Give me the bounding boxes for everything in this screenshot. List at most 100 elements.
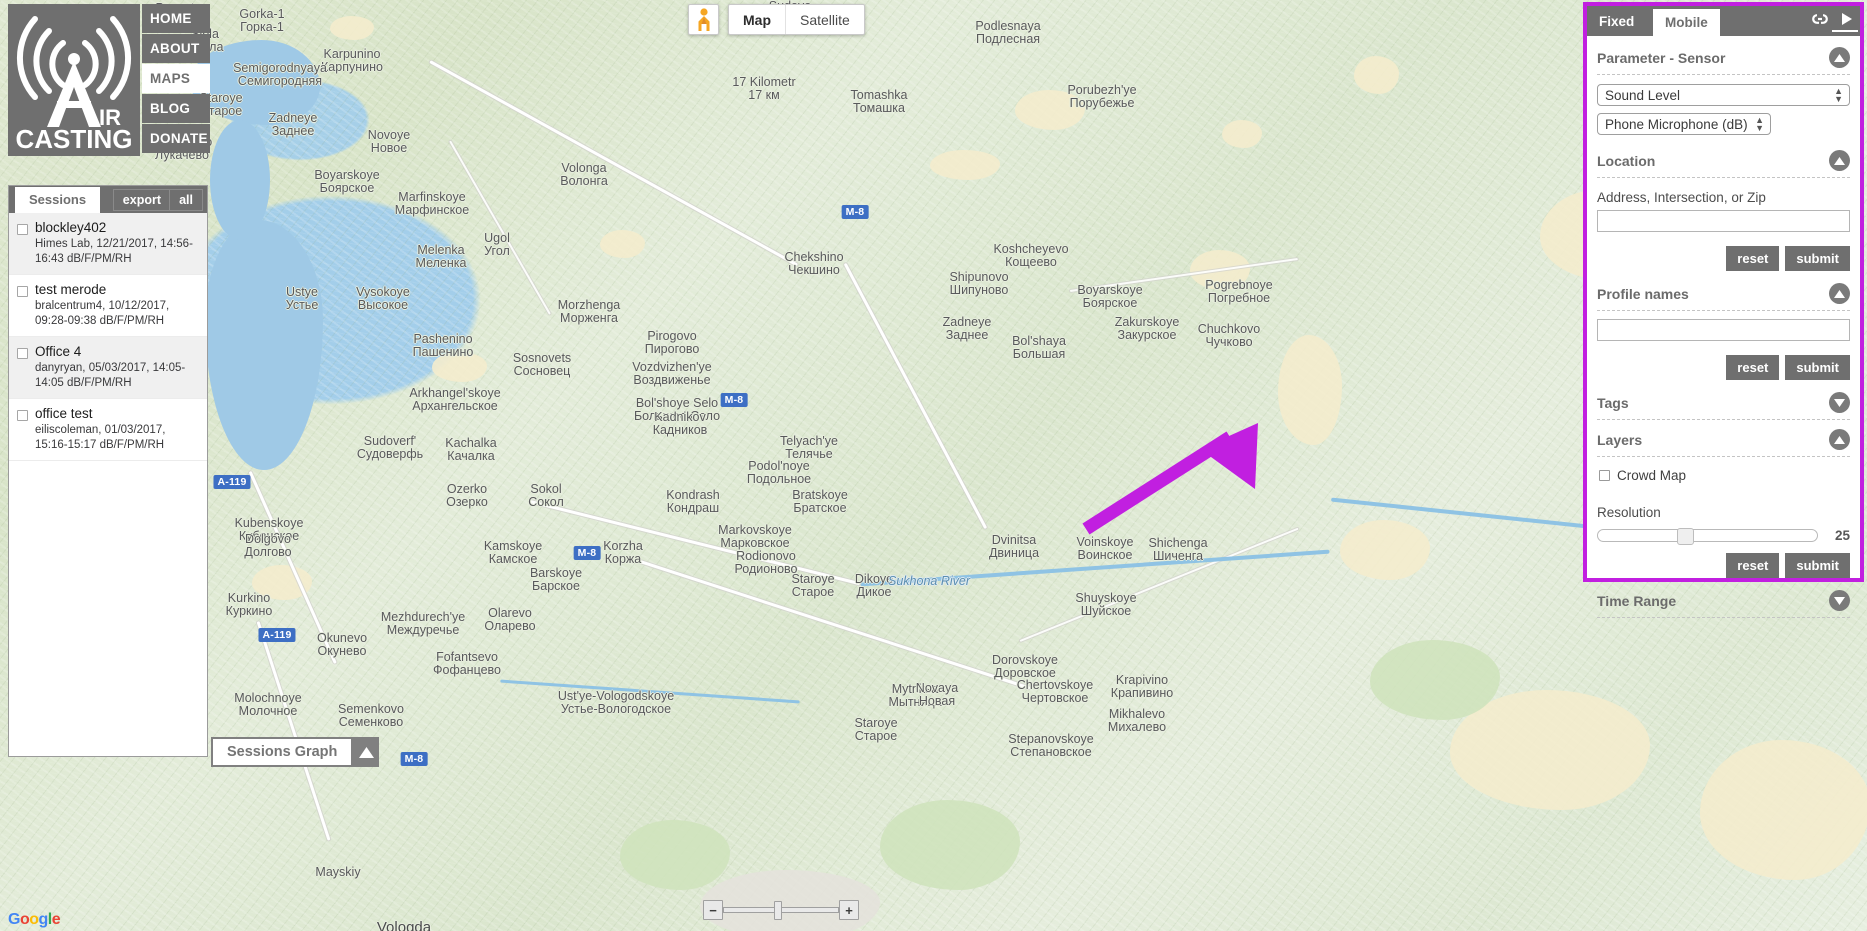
resolution-slider-thumb[interactable] bbox=[1676, 528, 1694, 545]
session-list-item[interactable]: office test eiliscoleman, 01/03/2017, 15:… bbox=[9, 399, 207, 461]
sessions-graph-label[interactable]: Sessions Graph bbox=[211, 737, 354, 767]
session-title: Office 4 bbox=[35, 344, 82, 359]
chevron-down-circle-icon[interactable] bbox=[1829, 392, 1850, 413]
section-header-profile-names[interactable]: Profile names bbox=[1597, 271, 1850, 310]
water-body bbox=[210, 120, 270, 240]
sessions-panel-header: Sessions export all bbox=[9, 186, 207, 213]
chevron-up-circle-icon[interactable] bbox=[1829, 150, 1850, 171]
section-divider bbox=[1597, 617, 1850, 618]
nav-item-home[interactable]: HOME bbox=[142, 4, 210, 33]
select-all-button[interactable]: all bbox=[169, 189, 203, 211]
location-button-row: reset submit bbox=[1597, 246, 1850, 271]
terrain-blob bbox=[880, 800, 1020, 890]
zoom-out-button[interactable]: − bbox=[703, 900, 723, 920]
chevron-up-circle-icon[interactable] bbox=[1829, 47, 1850, 68]
zoom-in-button[interactable]: + bbox=[839, 900, 859, 920]
tab-mobile[interactable]: Mobile bbox=[1653, 9, 1720, 36]
copy-link-button[interactable] bbox=[1806, 8, 1834, 30]
sessions-graph-bar[interactable]: Sessions Graph bbox=[211, 737, 380, 767]
section-header-time-range[interactable]: Time Range bbox=[1597, 578, 1850, 617]
session-checkbox[interactable] bbox=[17, 348, 28, 359]
location-submit-button[interactable]: submit bbox=[1785, 246, 1850, 271]
map-zoom-slider[interactable]: − + bbox=[703, 899, 859, 921]
terrain-blob bbox=[1222, 120, 1262, 148]
terrain-blob bbox=[1354, 56, 1399, 94]
terrain-blob bbox=[620, 820, 730, 890]
profile-names-reset-button[interactable]: reset bbox=[1726, 355, 1780, 380]
section-title-profile-names: Profile names bbox=[1597, 285, 1689, 302]
nav-item-about[interactable]: ABOUT bbox=[142, 34, 210, 63]
route-shield: A-119 bbox=[213, 475, 251, 489]
layers-reset-button[interactable]: reset bbox=[1726, 553, 1780, 578]
session-checkbox[interactable] bbox=[17, 286, 28, 297]
nav-item-donate[interactable]: DONATE bbox=[142, 124, 210, 153]
chevron-up-circle-icon[interactable] bbox=[1829, 429, 1850, 450]
aircasting-logo[interactable]: IR CASTING bbox=[8, 4, 140, 156]
route-shield: M-8 bbox=[720, 393, 748, 407]
profile-names-submit-button[interactable]: submit bbox=[1785, 355, 1850, 380]
parameter-select[interactable]: Sound Level bbox=[1597, 84, 1850, 106]
section-title-layers: Layers bbox=[1597, 431, 1643, 448]
location-field-label: Address, Intersection, or Zip bbox=[1597, 190, 1766, 205]
crowd-map-checkbox[interactable] bbox=[1599, 470, 1610, 481]
street-view-pegman-button[interactable] bbox=[688, 4, 719, 35]
session-list-item[interactable]: Office 4 danyryan, 05/03/2017, 14:05-14:0… bbox=[9, 337, 207, 399]
sensor-select[interactable]: Phone Microphone (dB) bbox=[1597, 113, 1771, 135]
export-button[interactable]: export bbox=[112, 189, 171, 211]
session-meta: eiliscoleman, 01/03/2017, 15:16-15:17 dB… bbox=[35, 424, 166, 451]
terrain-blob bbox=[1278, 335, 1342, 445]
panel-resize-handle[interactable] bbox=[1832, 20, 1858, 32]
terrain-blob bbox=[1015, 90, 1085, 130]
resolution-label: Resolution bbox=[1597, 505, 1661, 520]
map-type-switcher[interactable]: Map Satellite bbox=[728, 4, 865, 35]
route-shield: A-119 bbox=[258, 628, 296, 642]
session-checkbox[interactable] bbox=[17, 224, 28, 235]
layers-submit-button[interactable]: submit bbox=[1785, 553, 1850, 578]
nav-item-blog[interactable]: BLOG bbox=[142, 94, 210, 123]
zoom-thumb[interactable] bbox=[774, 901, 783, 920]
location-input[interactable] bbox=[1597, 210, 1850, 232]
chevron-up-circle-icon[interactable] bbox=[1829, 283, 1850, 304]
profile-names-input[interactable] bbox=[1597, 319, 1850, 341]
profile-names-button-row: reset submit bbox=[1597, 355, 1850, 380]
filters-side-panel: Fixed Mobile Parameter - Sensor Sound Le… bbox=[1583, 2, 1864, 618]
svg-text:CASTING: CASTING bbox=[16, 124, 133, 151]
map-type-map[interactable]: Map bbox=[729, 5, 785, 34]
nav-item-maps[interactable]: MAPS bbox=[142, 64, 210, 93]
map-type-satellite[interactable]: Satellite bbox=[785, 5, 864, 34]
tab-fixed[interactable]: Fixed bbox=[1587, 6, 1647, 36]
zoom-track[interactable] bbox=[723, 901, 839, 920]
route-shield: M-8 bbox=[400, 752, 428, 766]
session-checkbox[interactable] bbox=[17, 410, 28, 421]
crowd-map-label: Crowd Map bbox=[1617, 468, 1687, 483]
section-header-tags[interactable]: Tags bbox=[1597, 380, 1850, 419]
section-header-layers[interactable]: Layers bbox=[1597, 420, 1850, 456]
sessions-list[interactable]: blockley402 Himes Lab, 12/21/2017, 14:56-… bbox=[9, 213, 207, 758]
sensor-select-wrapper: Phone Microphone (dB) ▲ ▼ bbox=[1597, 113, 1771, 135]
session-list-item[interactable]: blockley402 Himes Lab, 12/21/2017, 14:56-… bbox=[9, 213, 207, 275]
side-panel-tabs: Fixed Mobile bbox=[1587, 6, 1860, 36]
tab-sessions[interactable]: Sessions bbox=[15, 187, 101, 213]
session-meta: danyryan, 05/03/2017, 14:05-14:05 dB/F/P… bbox=[35, 362, 186, 389]
resolution-slider[interactable] bbox=[1597, 528, 1818, 545]
terrain-blob bbox=[330, 16, 374, 40]
location-reset-button[interactable]: reset bbox=[1726, 246, 1780, 271]
section-title-parameter-sensor: Parameter - Sensor bbox=[1597, 49, 1726, 66]
resolution-value: 25 bbox=[1834, 528, 1850, 543]
section-header-parameter-sensor[interactable]: Parameter - Sensor bbox=[1597, 36, 1850, 74]
session-meta: bralcentrum4, 10/12/2017, 09:28-09:38 dB… bbox=[35, 300, 170, 327]
session-list-item[interactable]: test merode bralcentrum4, 10/12/2017, 09:… bbox=[9, 275, 207, 337]
main-nav: HOME ABOUT MAPS BLOG DONATE bbox=[142, 4, 210, 154]
section-header-location[interactable]: Location bbox=[1597, 135, 1850, 177]
chevron-up-icon bbox=[358, 746, 374, 758]
street-view-pegman-icon bbox=[698, 7, 709, 31]
session-title: test merode bbox=[35, 282, 107, 297]
section-divider bbox=[1597, 456, 1850, 457]
crowd-map-row[interactable]: Crowd Map bbox=[1599, 468, 1850, 483]
side-panel-body: Parameter - Sensor Sound Level ▲ ▼ Phone … bbox=[1587, 36, 1860, 618]
section-title-time-range: Time Range bbox=[1597, 592, 1677, 609]
chevron-down-circle-icon[interactable] bbox=[1829, 590, 1850, 611]
sessions-graph-toggle-button[interactable] bbox=[353, 737, 380, 767]
terrain-blob bbox=[600, 230, 645, 258]
layers-button-row: reset submit bbox=[1597, 553, 1850, 578]
